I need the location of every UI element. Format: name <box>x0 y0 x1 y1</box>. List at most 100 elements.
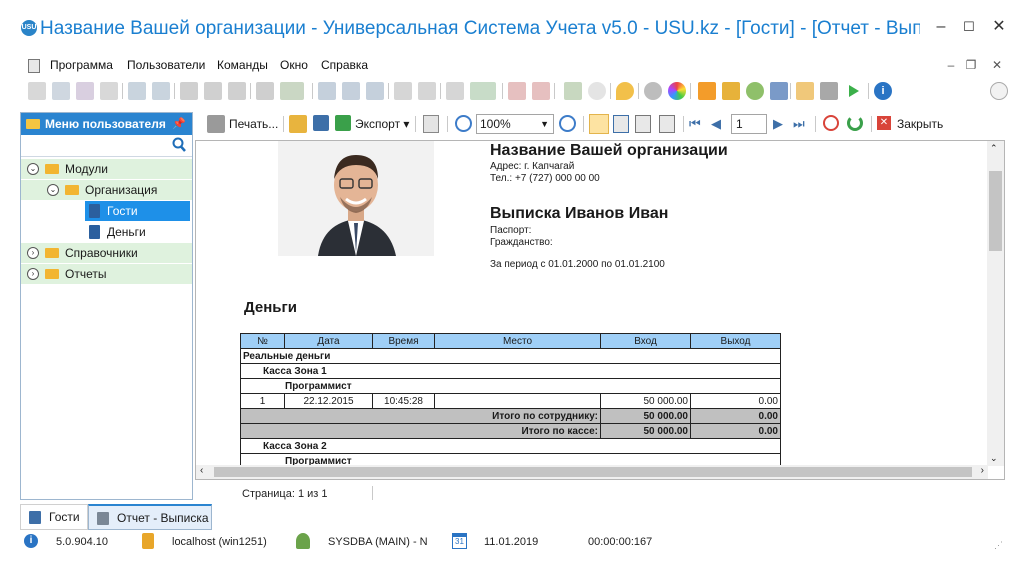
map-pin-icon[interactable] <box>616 82 634 100</box>
total-employee-out: 0.00 <box>690 408 781 424</box>
save-icon[interactable] <box>313 115 329 131</box>
stop-icon[interactable] <box>823 115 839 131</box>
expand-icon[interactable]: › <box>27 268 39 280</box>
note-icon[interactable] <box>418 82 436 100</box>
edit-icon[interactable] <box>76 82 94 100</box>
report-icon[interactable] <box>446 82 464 100</box>
image-icon[interactable] <box>280 82 304 100</box>
export-button[interactable]: Экспорт ▾ <box>355 117 409 131</box>
exit-icon[interactable] <box>564 82 582 100</box>
columns-icon[interactable] <box>318 82 336 100</box>
column-header: Дата <box>284 333 373 349</box>
menu-commands[interactable]: Команды <box>217 58 268 72</box>
gear-icon[interactable] <box>644 82 662 100</box>
lock-icon[interactable] <box>722 82 740 100</box>
zoom-select[interactable]: 100% ▼ <box>476 114 554 134</box>
close-tab-icon[interactable] <box>532 82 550 100</box>
page-setup-icon[interactable] <box>423 115 439 133</box>
delete-icon[interactable] <box>100 82 118 100</box>
chevron-down-icon[interactable]: ▼ <box>540 115 549 133</box>
vertical-scrollbar[interactable]: ⌃ ⌄ <box>987 141 1004 466</box>
search-icon[interactable] <box>172 137 186 156</box>
expand-icon[interactable] <box>366 82 384 100</box>
tab-guests[interactable]: Гости <box>20 504 88 530</box>
mdi-minimize-button[interactable]: – <box>942 56 960 74</box>
print-icon <box>207 115 225 133</box>
scroll-left-icon[interactable]: ‹ <box>200 465 203 476</box>
tree-item-organization[interactable]: ⌄ Организация <box>21 180 192 200</box>
table-row: 1 22.12.2015 10:45:28 50 000.00 0.00 <box>240 393 781 409</box>
folder-icon <box>45 248 59 258</box>
maximize-button[interactable]: ☐ <box>956 14 982 40</box>
menu-users[interactable]: Пользователи <box>127 58 205 72</box>
rss-icon[interactable] <box>698 82 716 100</box>
scrollbar-thumb[interactable] <box>214 467 972 477</box>
close-window-button[interactable]: ✕ <box>986 14 1012 40</box>
find-icon[interactable] <box>635 115 651 133</box>
horizontal-scrollbar[interactable]: ‹ › <box>196 465 988 479</box>
tree-item-directories[interactable]: › Справочники <box>21 243 192 263</box>
color-wheel-icon[interactable] <box>668 82 686 100</box>
filter-clear-icon[interactable] <box>204 82 222 100</box>
tree-item-label: Модули <box>65 162 108 176</box>
new-window-icon[interactable] <box>508 82 526 100</box>
mdi-close-button[interactable]: ✕ <box>988 56 1006 74</box>
users-icon[interactable] <box>746 82 764 100</box>
print-button[interactable]: Печать... <box>229 117 278 131</box>
next-page-button[interactable]: ▶ <box>773 116 783 132</box>
last-page-button[interactable]: ⏭ <box>793 116 805 132</box>
tree-search[interactable] <box>21 135 192 157</box>
flag-icon[interactable] <box>256 82 274 100</box>
menu-window[interactable]: Окно <box>280 58 308 72</box>
first-page-button[interactable]: ⏮ <box>689 116 701 132</box>
print-icon[interactable] <box>820 82 838 100</box>
single-page-icon[interactable] <box>613 115 629 133</box>
pin-panel-icon[interactable]: 📌 <box>172 113 186 135</box>
info-icon: i <box>24 534 38 548</box>
table-icon[interactable] <box>796 82 814 100</box>
zoom-in-icon[interactable] <box>455 115 472 132</box>
search-icon[interactable] <box>152 82 170 100</box>
play-icon[interactable] <box>844 82 862 100</box>
filter-icon[interactable] <box>180 82 198 100</box>
mdi-restore-button[interactable]: ❐ <box>962 56 980 74</box>
scroll-down-icon[interactable]: ⌄ <box>990 453 998 464</box>
outline-view-icon[interactable] <box>589 114 609 134</box>
collapse-icon[interactable]: ⌄ <box>27 163 39 175</box>
excel-icon[interactable] <box>470 82 496 100</box>
tree-item-reports[interactable]: › Отчеты <box>21 264 192 284</box>
total-employee-label: Итого по сотруднику: <box>240 408 601 424</box>
scrollbar-thumb[interactable] <box>989 171 1002 251</box>
prev-page-button[interactable]: ◀ <box>711 116 721 132</box>
close-report-button[interactable]: Закрыть <box>897 117 943 131</box>
pin-icon[interactable] <box>770 82 788 100</box>
arrow-circle-icon[interactable] <box>588 82 606 100</box>
copy-icon[interactable] <box>52 82 70 100</box>
filter-settings-icon[interactable] <box>228 82 246 100</box>
menu-program[interactable]: Программа <box>50 58 113 72</box>
tree-item-modules[interactable]: ⌄ Модули <box>21 159 192 179</box>
collapse-icon[interactable]: ⌄ <box>47 184 59 196</box>
page-number-input[interactable]: 1 <box>731 114 767 134</box>
expand-icon[interactable]: › <box>27 247 39 259</box>
edit-report-icon[interactable] <box>659 115 675 133</box>
resize-grip-icon[interactable]: ⋰ <box>994 540 1003 551</box>
scroll-right-icon[interactable]: › <box>981 465 984 476</box>
menu-help[interactable]: Справка <box>321 58 368 72</box>
toolbar-more-icon[interactable] <box>990 82 1008 100</box>
folder-open-icon <box>65 185 79 195</box>
add-row-icon[interactable] <box>394 82 412 100</box>
open-folder-icon[interactable] <box>289 115 307 133</box>
tree-item-money[interactable]: Деньги <box>85 222 190 242</box>
collapse-icon[interactable] <box>342 82 360 100</box>
tab-report-statement[interactable]: Отчет - Выписка <box>88 504 212 530</box>
info-icon[interactable]: i <box>874 82 892 100</box>
tab-label: Гости <box>49 510 80 524</box>
minimize-button[interactable]: – <box>928 14 954 40</box>
sync-icon[interactable] <box>128 82 146 100</box>
scroll-up-icon[interactable]: ⌃ <box>990 143 998 154</box>
refresh-report-icon[interactable] <box>847 115 863 131</box>
zoom-out-icon[interactable] <box>559 115 576 132</box>
refresh-icon[interactable] <box>28 82 46 100</box>
tree-item-guests[interactable]: Гости <box>85 201 190 221</box>
